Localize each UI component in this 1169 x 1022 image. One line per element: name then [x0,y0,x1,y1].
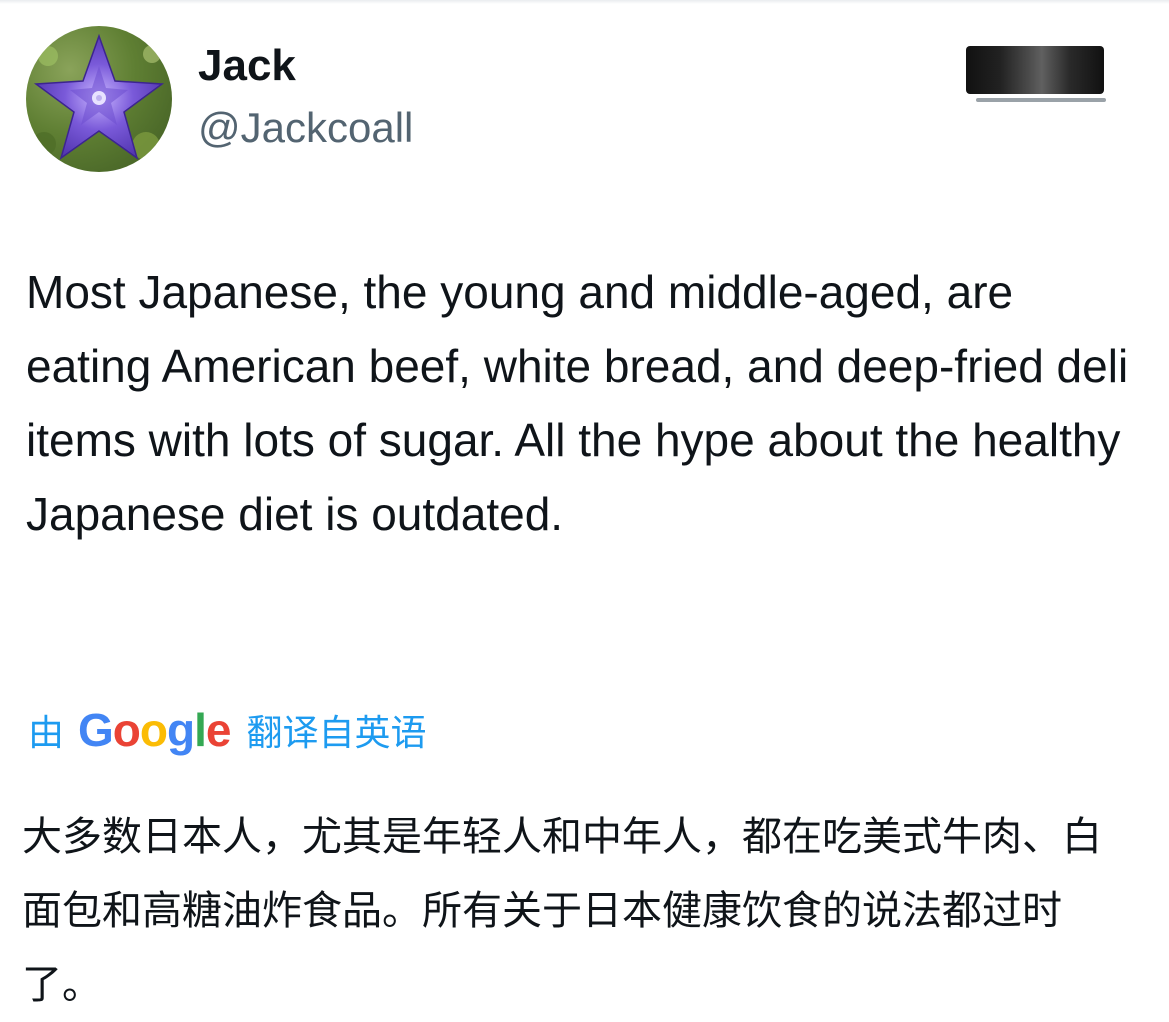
top-edge-divider [0,0,1169,4]
google-logo-letter: l [194,704,207,756]
google-logo-letter: o [112,704,141,756]
purple-star-flower-icon [32,33,165,160]
translated-by-google-link[interactable]: 由 Google 翻译自英语 [28,700,427,760]
tweet-text: Most Japanese, the young and middle-aged… [26,266,1129,540]
avatar[interactable] [26,26,172,172]
redacted-follow-button[interactable] [966,46,1104,94]
translate-suffix: 翻译自英语 [246,712,427,753]
author-display-name[interactable]: Jack [198,40,413,92]
redaction-underline [976,98,1106,102]
author-handle[interactable]: @Jackcoall [198,102,413,154]
translate-prefix: 由 [28,712,65,753]
google-logo-letter: o [139,704,168,756]
translated-tweet-text: 大多数日本人，尤其是年轻人和中年人，都在吃美式牛肉、白面包和高糖油炸食品。所有关… [22,815,1102,1007]
google-logo-letter: g [167,704,195,756]
author-info: Jack @Jackcoall [198,40,413,154]
google-logo-letter: G [78,704,114,756]
google-logo: Google [78,703,232,757]
google-logo-letter: e [205,704,232,756]
tweet-header: Jack @Jackcoall [26,26,1146,176]
